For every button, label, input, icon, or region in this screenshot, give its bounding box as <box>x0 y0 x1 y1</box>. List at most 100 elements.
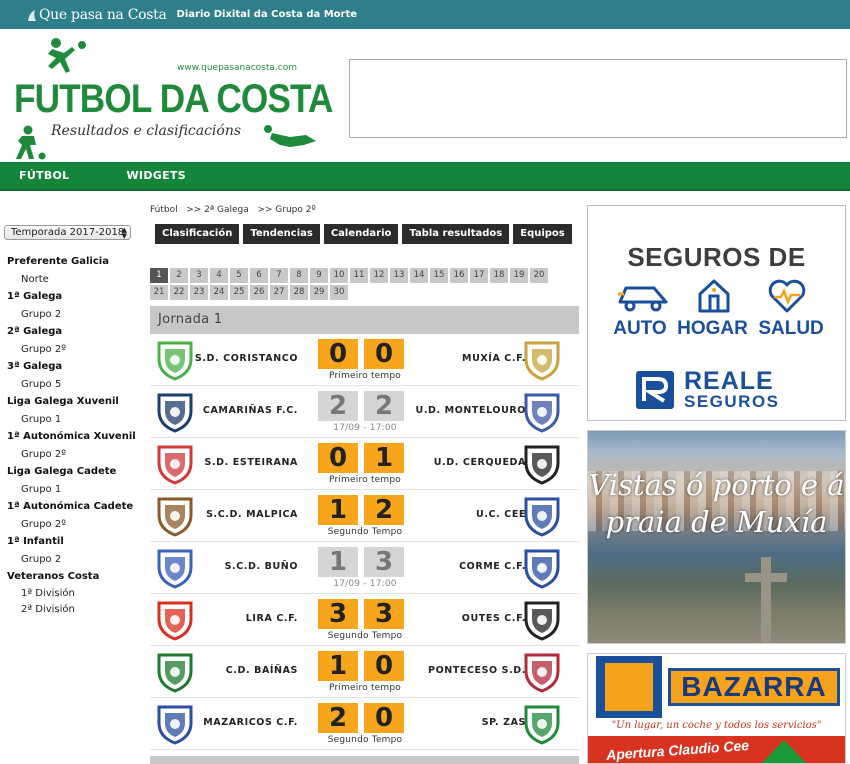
tab-calendario[interactable]: Calendario <box>323 224 399 244</box>
car-icon <box>618 286 668 312</box>
season-select-value: Temporada 2017-2018 <box>11 227 125 238</box>
round-button[interactable]: 25 <box>230 285 248 300</box>
round-button[interactable]: 1 <box>150 268 168 283</box>
match-row[interactable]: S.D. CORISTANCO 0 0 Primeiro tempo MUXÍA C.F… <box>150 334 579 386</box>
menu-category[interactable]: 1ª Galega <box>0 288 142 306</box>
match-row[interactable]: S.C.D. MALPICA 1 2 Segundo Tempo U.C. CEE <box>150 490 579 542</box>
menu-category[interactable]: 2ª Galega <box>0 323 142 341</box>
round-button[interactable]: 5 <box>230 268 248 283</box>
round-button[interactable]: 9 <box>310 268 328 283</box>
ad-seguros-head: SEGUROS DE <box>627 242 806 272</box>
tab-tendencias[interactable]: Tendencias <box>243 224 320 244</box>
menu-subitem[interactable]: Norte <box>0 271 142 289</box>
round-button[interactable]: 2 <box>170 268 188 283</box>
tab-equipos[interactable]: Equipos <box>513 224 572 244</box>
match-row[interactable]: CAMARIÑAS F.C. 2 2 17/09 - 17:00 U.D. MONTEL… <box>150 386 579 438</box>
home-team-name[interactable]: S.D. ESTEIRANA <box>150 457 298 468</box>
round-button[interactable]: 3 <box>190 268 208 283</box>
round-button[interactable]: 8 <box>290 268 308 283</box>
menu-subitem[interactable]: Grupo 1 <box>0 481 142 499</box>
away-team-name[interactable]: MUXÍA C.F. <box>408 353 526 364</box>
round-button[interactable]: 14 <box>410 268 428 283</box>
away-team-name[interactable]: U.D. MONTELOURO <box>408 405 526 416</box>
round-button[interactable]: 15 <box>430 268 448 283</box>
menu-subitem[interactable]: Grupo 2º <box>0 341 142 359</box>
away-team-name[interactable]: U.D. CERQUEDA <box>408 457 526 468</box>
round-button[interactable]: 30 <box>330 285 348 300</box>
season-select[interactable]: Temporada 2017-2018 ▲ ▼ <box>4 225 131 240</box>
home-team-name[interactable]: S.C.D. MALPICA <box>150 509 298 520</box>
match-row[interactable]: C.D. BAÍÑAS 1 0 Primeiro tempo PONTECESO S.D… <box>150 646 579 698</box>
away-score: 0 <box>364 651 404 681</box>
round-button[interactable]: 18 <box>490 268 508 283</box>
home-team-name[interactable]: S.C.D. BUÑO <box>150 561 298 572</box>
away-team-name[interactable]: U.C. CEE <box>408 509 526 520</box>
goalkeeper-dive-icon <box>264 125 316 147</box>
round-button[interactable]: 17 <box>470 268 488 283</box>
tab-tabla-resultados[interactable]: Tabla resultados <box>402 224 510 244</box>
menu-subitem[interactable]: Grupo 5 <box>0 376 142 394</box>
home-team-name[interactable]: LIRA C.F. <box>150 613 298 624</box>
round-button[interactable]: 26 <box>250 285 268 300</box>
site-brand-link[interactable]: Que pasa na Costa <box>39 7 167 23</box>
futbol-da-costa-logo[interactable]: www.quepasanacosta.com FUTBOL DA COSTA R… <box>8 37 333 160</box>
away-team-name[interactable]: PONTECESO S.D. <box>408 665 526 676</box>
menu-subitem[interactable]: Grupo 1 <box>0 411 142 429</box>
match-status: Primeiro tempo <box>329 475 401 485</box>
round-button[interactable]: 7 <box>270 268 288 283</box>
menu-subitem[interactable]: Grupo 2º <box>0 446 142 464</box>
round-button[interactable]: 22 <box>170 285 188 300</box>
home-team-name[interactable]: C.D. BAÍÑAS <box>150 665 298 676</box>
round-button[interactable]: 11 <box>350 268 368 283</box>
round-button[interactable]: 29 <box>310 285 328 300</box>
round-button[interactable]: 24 <box>210 285 228 300</box>
menu-subitem[interactable]: 2ª División <box>0 602 142 618</box>
ad-muxia-photo[interactable]: Vistas ó porto e á praia de Muxía <box>587 430 846 644</box>
menu-subitem[interactable]: Grupo 2º <box>0 516 142 534</box>
logo-url: www.quepasanacosta.com <box>177 63 297 73</box>
round-button[interactable]: 12 <box>370 268 388 283</box>
menu-category[interactable]: 1ª Infantil <box>0 533 142 551</box>
home-team-name[interactable]: CAMARIÑAS F.C. <box>150 405 298 416</box>
menu-category[interactable]: Preferente Galicia <box>0 253 142 271</box>
nav-item-widgets[interactable]: WIDGETS <box>108 169 205 182</box>
away-team-name[interactable]: SP. ZAS <box>408 717 526 728</box>
ad-reale-seguros[interactable]: SEGUROS DE AUTO HOGAR SALUD REALE SEGURO… <box>587 205 846 421</box>
home-team-name[interactable]: S.D. CORISTANCO <box>150 353 298 364</box>
nav-item-futbol[interactable]: FÚTBOL <box>0 169 108 182</box>
menu-subitem[interactable]: Grupo 2 <box>0 551 142 569</box>
match-row[interactable]: S.D. ESTEIRANA 0 1 Primeiro tempo U.D. CERQU… <box>150 438 579 490</box>
menu-category[interactable]: 1ª Autonómica Xuvenil <box>0 428 142 446</box>
ad-bazarra[interactable]: BAZARRA "Un lugar, un coche y todos los … <box>587 653 846 764</box>
menu-category[interactable]: Liga Galega Cadete <box>0 463 142 481</box>
away-team-name[interactable]: CORME C.F. <box>408 561 526 572</box>
round-button[interactable]: 27 <box>270 285 288 300</box>
home-team-name[interactable]: MAZARICOS C.F. <box>150 717 298 728</box>
menu-subitem[interactable]: 1ª División <box>0 586 142 602</box>
home-score: 0 <box>318 339 358 369</box>
away-team-name[interactable]: OUTES C.F. <box>408 613 526 624</box>
round-button[interactable]: 10 <box>330 268 348 283</box>
round-button[interactable]: 16 <box>450 268 468 283</box>
round-button[interactable]: 13 <box>390 268 408 283</box>
round-button[interactable]: 23 <box>190 285 208 300</box>
tab-clasificacion[interactable]: Clasificación <box>155 224 240 244</box>
menu-category[interactable]: 3ª Galega <box>0 358 142 376</box>
ad-seguros-categories: AUTO HOGAR SALUD <box>588 318 845 340</box>
menu-category[interactable]: 1ª Autonómica Cadete <box>0 498 142 516</box>
away-crest-icon <box>524 341 560 381</box>
round-button[interactable]: 6 <box>250 268 268 283</box>
round-button[interactable]: 4 <box>210 268 228 283</box>
menu-category[interactable]: Veteranos Costa <box>0 568 142 586</box>
match-row[interactable]: S.C.D. BUÑO 1 3 17/09 - 17:00 CORME C.F. <box>150 542 579 594</box>
bazarra-logo-icon <box>596 656 662 718</box>
match-row[interactable]: LIRA C.F. 3 3 Segundo Tempo OUTES C.F. <box>150 594 579 646</box>
breadcrumb[interactable]: Fútbol >> 2ª Galega >> Grupo 2º <box>150 205 316 215</box>
round-button[interactable]: 28 <box>290 285 308 300</box>
round-button[interactable]: 20 <box>530 268 548 283</box>
round-button[interactable]: 21 <box>150 285 168 300</box>
round-button[interactable]: 19 <box>510 268 528 283</box>
menu-category[interactable]: Liga Galega Xuvenil <box>0 393 142 411</box>
match-row[interactable]: MAZARICOS C.F. 2 0 Segundo Tempo SP. ZAS <box>150 698 579 750</box>
menu-subitem[interactable]: Grupo 2 <box>0 306 142 324</box>
